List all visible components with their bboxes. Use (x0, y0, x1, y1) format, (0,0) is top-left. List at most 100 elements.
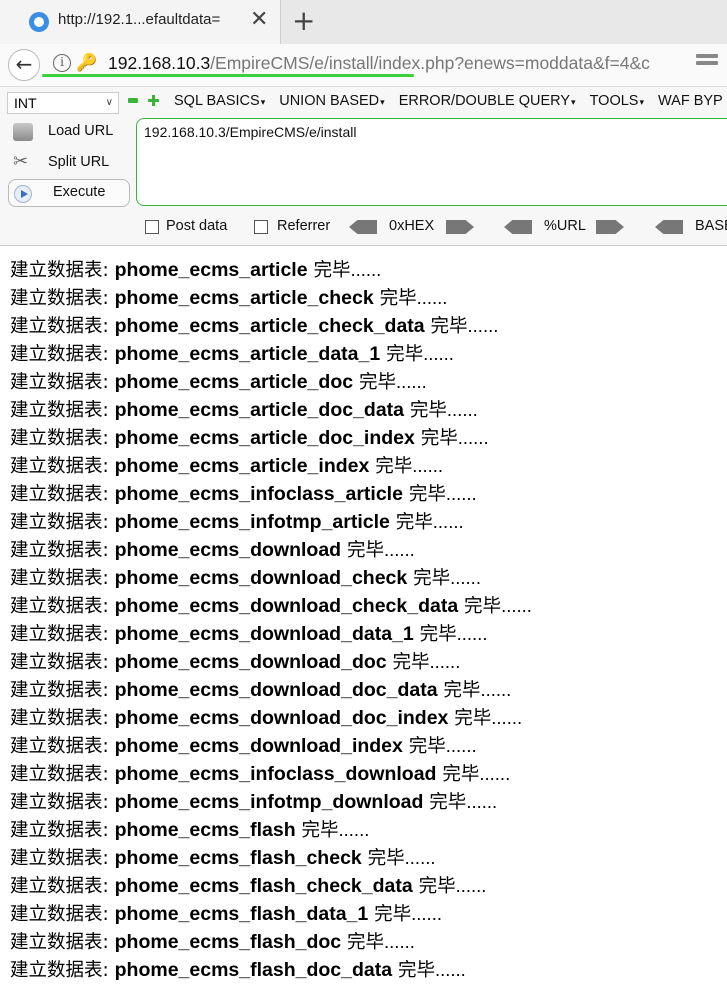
browser-tab[interactable]: http://192.1...efaultdata= ✕ (0, 0, 281, 44)
menu-tools[interactable]: TOOLS (590, 93, 644, 109)
table-name: phome_ecms_article_doc_data (114, 399, 405, 421)
scissors-icon: ✂ (13, 151, 29, 171)
log-line: 建立数据表: phome_ecms_download 完毕...... (10, 536, 727, 564)
referrer-checkbox[interactable] (254, 220, 268, 234)
log-ellipsis: ...... (467, 315, 499, 336)
menu-sql-basics[interactable]: SQL BASICS (174, 93, 265, 109)
loading-progress-bar (42, 74, 414, 77)
log-ellipsis: ...... (450, 567, 481, 588)
log-line: 建立数据表: phome_ecms_download_doc_data 完毕..… (10, 676, 727, 704)
log-line: 建立数据表: phome_ecms_infotmp_download 完毕...… (10, 788, 727, 816)
browser-logo-icon (29, 12, 49, 32)
menu-union-based[interactable]: UNION BASED (279, 93, 384, 109)
table-name: phome_ecms_article_doc (114, 371, 354, 393)
hex-encode-arrow-icon[interactable] (446, 220, 474, 234)
table-name: phome_ecms_download_doc_data (114, 679, 438, 701)
log-prefix: 建立数据表: (10, 260, 115, 281)
split-url-button[interactable]: ✂ Split URL (8, 149, 130, 177)
log-ellipsis: ...... (491, 707, 523, 728)
log-suffix: 完毕 (404, 400, 447, 421)
log-line: 建立数据表: phome_ecms_flash_data_1 完毕...... (10, 900, 727, 928)
log-suffix: 完毕 (458, 596, 502, 617)
hackbar-menu-icon[interactable] (696, 54, 718, 74)
load-url-button[interactable]: Load URL (8, 118, 130, 146)
hex-label: 0xHEX (389, 218, 435, 234)
menu-error-double-query[interactable]: ERROR/DOUBLE QUERY (399, 93, 576, 109)
table-name: phome_ecms_download_data_1 (114, 623, 414, 645)
log-prefix: 建立数据表: (10, 876, 115, 897)
minus-icon[interactable] (128, 98, 138, 103)
table-name: phome_ecms_infoclass_article (114, 483, 403, 505)
install-log: 建立数据表: phome_ecms_article 完毕...... 建立数据表:… (10, 256, 727, 984)
log-line: 建立数据表: phome_ecms_download_doc 完毕...... (10, 648, 727, 676)
log-prefix: 建立数据表: (10, 428, 115, 449)
log-suffix: 完毕 (361, 848, 405, 869)
base64-label: BASE (695, 218, 727, 234)
log-line: 建立数据表: phome_ecms_article_data_1 完毕.....… (10, 340, 727, 368)
log-prefix: 建立数据表: (10, 680, 115, 701)
log-ellipsis: ...... (446, 399, 478, 420)
log-ellipsis: ...... (350, 259, 382, 280)
tab-title: http://192.1...efaultdata= (58, 11, 221, 28)
table-name: phome_ecms_download (114, 539, 342, 561)
new-tab-icon[interactable]: + (292, 6, 315, 36)
log-line: 建立数据表: phome_ecms_article_doc_data 完毕...… (10, 396, 727, 424)
log-line: 建立数据表: phome_ecms_article_doc_index 完毕..… (10, 424, 727, 452)
log-suffix: 完毕 (307, 260, 351, 281)
post-data-checkbox[interactable] (145, 220, 159, 234)
table-name: phome_ecms_flash (114, 819, 296, 841)
log-ellipsis: ...... (434, 959, 466, 980)
execute-button[interactable]: Execute (8, 179, 130, 207)
log-suffix: 完毕 (389, 512, 433, 533)
log-suffix: 完毕 (424, 316, 468, 337)
log-prefix: 建立数据表: (10, 736, 115, 757)
log-prefix: 建立数据表: (10, 820, 115, 841)
log-suffix: 完毕 (373, 288, 417, 309)
back-arrow-icon[interactable]: ← (8, 49, 40, 81)
log-prefix: 建立数据表: (10, 484, 115, 505)
hackbar-url-textarea[interactable]: 192.168.10.3/EmpireCMS/e/install (136, 118, 727, 206)
injection-type-select[interactable]: INT ∨ (7, 92, 119, 114)
log-line: 建立数据表: phome_ecms_infoclass_article 完毕..… (10, 480, 727, 508)
log-ellipsis: ...... (423, 343, 454, 364)
injection-type-value: INT (14, 95, 37, 111)
table-name: phome_ecms_article_check (114, 287, 374, 309)
tab-bar: http://192.1...efaultdata= ✕ + (0, 0, 727, 44)
log-prefix: 建立数据表: (10, 652, 115, 673)
info-icon[interactable]: i (53, 54, 71, 72)
log-prefix: 建立数据表: (10, 848, 115, 869)
log-line: 建立数据表: phome_ecms_infotmp_article 完毕....… (10, 508, 727, 536)
log-prefix: 建立数据表: (10, 400, 115, 421)
log-line: 建立数据表: phome_ecms_download_doc_index 完毕.… (10, 704, 727, 732)
base64-decode-arrow-icon[interactable] (655, 220, 683, 234)
url-decode-arrow-icon[interactable] (504, 220, 532, 234)
menu-waf-bypass[interactable]: WAF BYP (658, 93, 724, 109)
log-ellipsis: ...... (466, 791, 498, 812)
log-line: 建立数据表: phome_ecms_article 完毕...... (10, 256, 727, 284)
post-data-label: Post data (166, 218, 228, 234)
log-suffix: 完毕 (341, 540, 384, 561)
plus-icon[interactable] (148, 95, 159, 106)
url-field[interactable]: 192.168.10.3/EmpireCMS/e/install/index.p… (108, 53, 650, 74)
hex-decode-arrow-icon[interactable] (349, 220, 377, 234)
log-suffix: 完毕 (413, 624, 457, 645)
log-line: 建立数据表: phome_ecms_download_data_1 完毕....… (10, 620, 727, 648)
hackbar-panel: INT ∨ SQL BASICS UNION BASED ERROR/DOUBLE Q… (0, 87, 727, 246)
log-suffix: 完毕 (436, 764, 480, 785)
table-name: phome_ecms_flash_doc_data (114, 959, 393, 981)
log-suffix: 完毕 (414, 428, 458, 449)
log-suffix: 完毕 (386, 652, 430, 673)
url-encode-arrow-icon[interactable] (596, 220, 624, 234)
log-suffix: 完毕 (380, 344, 424, 365)
log-prefix: 建立数据表: (10, 960, 115, 981)
key-icon[interactable]: 🔑 (76, 53, 97, 73)
table-name: phome_ecms_article_index (114, 455, 370, 477)
log-line: 建立数据表: phome_ecms_flash_check_data 完毕...… (10, 872, 727, 900)
log-line: 建立数据表: phome_ecms_article_check_data 完毕.… (10, 312, 727, 340)
log-prefix: 建立数据表: (10, 624, 115, 645)
close-tab-icon[interactable]: ✕ (250, 8, 268, 32)
log-prefix: 建立数据表: (10, 568, 115, 589)
address-bar: ← i 🔑 192.168.10.3/EmpireCMS/e/install/i… (0, 44, 727, 87)
load-url-label: Load URL (48, 123, 114, 139)
log-ellipsis: ...... (429, 651, 461, 672)
